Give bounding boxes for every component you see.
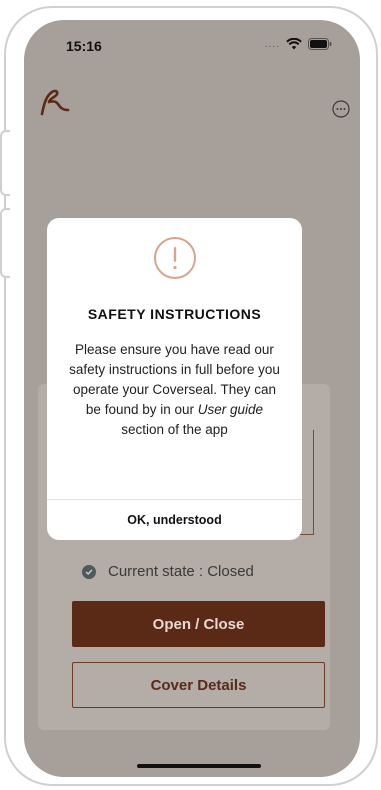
current-state-label: Current state : Closed [108, 563, 254, 580]
status-time: 15:16 [66, 38, 102, 54]
ok-understood-button[interactable]: OK, understood [47, 500, 302, 540]
check-icon [82, 564, 96, 579]
dialog-title: SAFETY INSTRUCTIONS [87, 306, 262, 322]
dialog-message: Please ensure you have read our safety i… [69, 340, 280, 440]
signal-icon: .... [264, 38, 280, 50]
safety-dialog: SAFETY INSTRUCTIONS Please ensure you ha… [47, 218, 302, 540]
user-guide-link: User guide [197, 402, 264, 417]
wifi-icon [286, 38, 302, 50]
volume-down-button [0, 208, 10, 278]
open-close-button[interactable]: Open / Close [72, 601, 325, 647]
home-indicator[interactable] [137, 764, 261, 768]
status-icons: .... [265, 38, 332, 50]
cover-details-button[interactable]: Cover Details [72, 662, 325, 708]
warning-icon [153, 236, 197, 280]
more-icon[interactable] [332, 100, 350, 118]
volume-up-button [0, 130, 10, 196]
current-state: Current state : Closed [82, 563, 254, 580]
battery-icon [308, 38, 332, 50]
coverseal-logo-icon [38, 86, 70, 116]
status-bar: 15:16 .... [24, 20, 360, 72]
dialog-message-end: section of the app [121, 422, 228, 437]
